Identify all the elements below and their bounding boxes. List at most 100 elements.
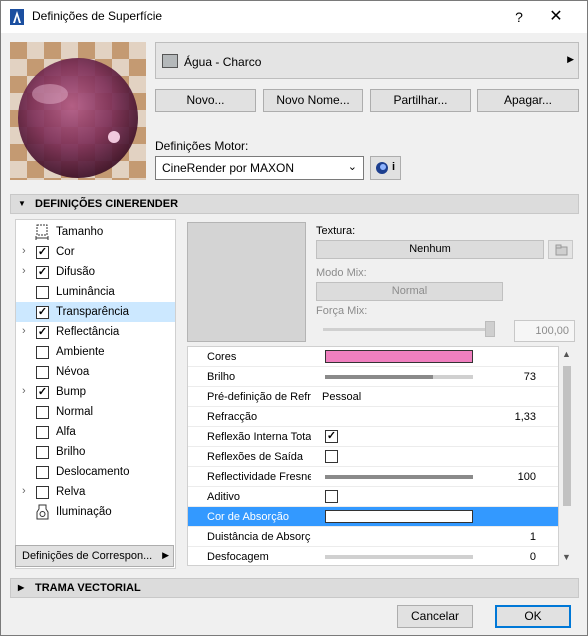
expand-icon[interactable]: › bbox=[22, 265, 26, 277]
property-row[interactable]: Duistância de Absorção 1 bbox=[188, 527, 558, 547]
share-button[interactable]: Partilhar... bbox=[370, 89, 471, 112]
property-slider[interactable] bbox=[325, 475, 473, 479]
property-row[interactable]: Brilho 73 bbox=[188, 367, 558, 387]
channel-checkbox[interactable] bbox=[36, 446, 49, 459]
triangle-right-icon: ▶ bbox=[18, 583, 25, 592]
channel-item[interactable]: Tamanho bbox=[16, 222, 175, 242]
mix-strength-label: Força Mix: bbox=[316, 305, 368, 317]
correspondence-settings-button[interactable]: Definições de Correspon... ▶ bbox=[15, 545, 174, 567]
channel-item[interactable]: Alfa bbox=[16, 422, 175, 442]
property-row[interactable]: Cor de Absorção bbox=[188, 507, 558, 527]
delete-button[interactable]: Apagar... bbox=[477, 89, 579, 112]
expand-icon[interactable]: › bbox=[22, 385, 26, 397]
property-row[interactable]: Refracção 1,33 bbox=[188, 407, 558, 427]
property-checkbox[interactable]: ✓ bbox=[325, 430, 338, 443]
property-value[interactable]: 100 bbox=[518, 471, 536, 483]
vector-hatch-section-header[interactable]: ▶ TRAMA VECTORIAL bbox=[10, 578, 579, 598]
preview-sphere-image bbox=[10, 42, 146, 180]
property-slider[interactable] bbox=[325, 375, 473, 379]
engine-info-button[interactable]: i bbox=[370, 156, 401, 180]
property-row[interactable]: Reflectividade Fresnel 100 bbox=[188, 467, 558, 487]
mix-strength-input[interactable]: 100,00 bbox=[514, 320, 575, 342]
property-list: CoresBrilho73Pré-definição de RefracçãoP… bbox=[187, 346, 559, 566]
help-button[interactable]: ? bbox=[504, 5, 534, 29]
channel-item[interactable]: ✓ Transparência bbox=[16, 302, 175, 322]
texture-browse-button[interactable] bbox=[548, 240, 573, 259]
mix-mode-select[interactable]: Normal bbox=[316, 282, 503, 301]
property-value[interactable]: 0 bbox=[530, 551, 536, 563]
property-row[interactable]: Cores bbox=[188, 347, 558, 367]
scroll-down-icon[interactable]: ▼ bbox=[562, 552, 571, 562]
channel-checkbox[interactable]: ✓ bbox=[36, 386, 49, 399]
property-value[interactable]: 1,33 bbox=[515, 411, 536, 423]
channel-item[interactable]: Iluminação bbox=[16, 502, 175, 522]
property-row[interactable]: Reflexões de Saída bbox=[188, 447, 558, 467]
property-name: Reflexões de Saída bbox=[207, 451, 304, 463]
channel-item[interactable]: › ✓ Reflectância bbox=[16, 322, 175, 342]
mix-strength-slider-thumb[interactable] bbox=[485, 321, 495, 337]
ok-button[interactable]: OK bbox=[495, 605, 571, 628]
mix-strength-slider[interactable] bbox=[323, 328, 493, 331]
channel-checkbox[interactable] bbox=[36, 486, 49, 499]
cinerender-section-header[interactable]: ▼ DEFINIÇÕES CINERENDER bbox=[10, 194, 579, 214]
property-row[interactable]: Aditivo bbox=[188, 487, 558, 507]
property-value[interactable]: Pessoal bbox=[322, 391, 361, 403]
channel-checkbox[interactable] bbox=[36, 406, 49, 419]
texture-select-button[interactable]: Nenhum bbox=[316, 240, 544, 259]
property-value[interactable]: 1 bbox=[530, 531, 536, 543]
engine-select[interactable]: CineRender por MAXON ⌄ bbox=[155, 156, 364, 180]
property-scrollbar[interactable]: ▲ ▼ bbox=[559, 346, 575, 566]
expand-icon[interactable]: › bbox=[22, 245, 26, 257]
channel-label: Brilho bbox=[56, 446, 86, 458]
channel-checkbox[interactable] bbox=[36, 286, 49, 299]
channel-checkbox[interactable]: ✓ bbox=[36, 246, 49, 259]
scroll-up-icon[interactable]: ▲ bbox=[562, 349, 571, 359]
channel-item[interactable]: Ambiente bbox=[16, 342, 175, 362]
color-swatch[interactable] bbox=[325, 350, 473, 363]
channel-item[interactable]: Brilho bbox=[16, 442, 175, 462]
property-name: Pré-definição de Refracção bbox=[207, 391, 311, 403]
channel-item[interactable]: Normal bbox=[16, 402, 175, 422]
channel-item[interactable]: › Relva bbox=[16, 482, 175, 502]
material-preview bbox=[10, 42, 146, 180]
material-swatch bbox=[162, 54, 178, 68]
folder-icon bbox=[555, 244, 568, 256]
mix-mode-label: Modo Mix: bbox=[316, 267, 367, 279]
title-bar: Definições de Superfície ? ✕ bbox=[1, 1, 587, 33]
material-selector[interactable]: Água - Charco ▶ bbox=[155, 42, 579, 79]
color-swatch[interactable] bbox=[325, 510, 473, 523]
property-slider[interactable] bbox=[325, 555, 473, 559]
scroll-thumb[interactable] bbox=[563, 366, 571, 506]
chevron-right-icon: ▶ bbox=[162, 550, 169, 560]
channel-item[interactable]: Névoa bbox=[16, 362, 175, 382]
channel-item[interactable]: › ✓ Bump bbox=[16, 382, 175, 402]
property-row[interactable]: Reflexão Interna Total ✓ bbox=[188, 427, 558, 447]
channel-checkbox[interactable] bbox=[36, 366, 49, 379]
channel-item[interactable]: Luminância bbox=[16, 282, 175, 302]
channel-item[interactable]: › ✓ Difusão bbox=[16, 262, 175, 282]
property-checkbox[interactable] bbox=[325, 490, 338, 503]
channel-checkbox[interactable]: ✓ bbox=[36, 266, 49, 279]
cancel-button[interactable]: Cancelar bbox=[397, 605, 473, 628]
channel-checkbox[interactable] bbox=[36, 346, 49, 359]
property-row[interactable]: Pré-definição de Refracção Pessoal bbox=[188, 387, 558, 407]
channel-checkbox[interactable]: ✓ bbox=[36, 306, 49, 319]
channel-label: Alfa bbox=[56, 426, 76, 438]
channel-label: Tamanho bbox=[56, 226, 104, 238]
channel-label: Reflectância bbox=[56, 326, 120, 338]
expand-icon[interactable]: › bbox=[22, 325, 26, 337]
channel-checkbox[interactable] bbox=[36, 466, 49, 479]
channel-checkbox[interactable] bbox=[36, 426, 49, 439]
new-button[interactable]: Novo... bbox=[155, 89, 256, 112]
property-row[interactable]: Desfocagem 0 bbox=[188, 547, 558, 565]
texture-preview bbox=[187, 222, 306, 342]
property-checkbox[interactable] bbox=[325, 450, 338, 463]
channel-checkbox[interactable]: ✓ bbox=[36, 326, 49, 339]
material-name: Água - Charco bbox=[184, 55, 262, 69]
expand-icon[interactable]: › bbox=[22, 485, 26, 497]
property-value[interactable]: 73 bbox=[524, 371, 536, 383]
channel-item[interactable]: › ✓ Cor bbox=[16, 242, 175, 262]
close-button[interactable]: ✕ bbox=[541, 5, 571, 29]
new-name-button[interactable]: Novo Nome... bbox=[263, 89, 363, 112]
channel-item[interactable]: Deslocamento bbox=[16, 462, 175, 482]
